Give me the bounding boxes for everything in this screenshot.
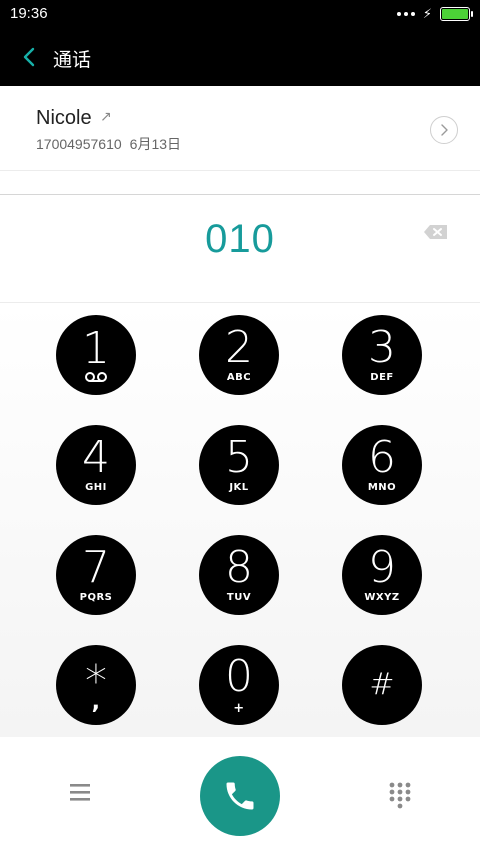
key-6[interactable]: 6 MNO	[342, 425, 422, 505]
battery-level	[442, 9, 468, 19]
key-letters: MNO	[367, 482, 397, 493]
status-time: 19:36	[10, 5, 48, 22]
key-letters: ,	[91, 690, 101, 715]
chevron-right-circle-icon	[441, 124, 448, 136]
battery-icon	[440, 7, 473, 21]
page-title: 通话	[53, 50, 92, 71]
status-icons: ⚡	[396, 6, 473, 22]
dialpad-grid-icon	[389, 782, 411, 809]
key-8[interactable]: 8 TUV	[199, 535, 279, 615]
key-letters: JKL	[229, 482, 249, 493]
key-digit: 6	[368, 432, 396, 483]
bottom-action-bar	[0, 737, 480, 853]
key-1[interactable]: 1	[56, 315, 136, 395]
key-digit: #	[369, 667, 395, 702]
backspace-icon	[424, 225, 447, 239]
outgoing-arrow-icon: ↗	[100, 108, 112, 124]
key-letters: PQRS	[79, 592, 113, 603]
backspace-button[interactable]	[421, 221, 451, 243]
key-letters: GHI	[85, 482, 107, 493]
call-date: 6月13日	[129, 136, 182, 152]
key-hash[interactable]: #	[342, 645, 422, 725]
key-5[interactable]: 5 JKL	[199, 425, 279, 505]
key-letters: +	[233, 700, 245, 716]
recent-call-item[interactable]: Nicole ↗ 17004957610 6月13日	[0, 86, 480, 194]
key-digit: 5	[225, 432, 253, 483]
divider	[0, 170, 480, 171]
key-digit: 2	[225, 322, 253, 373]
key-9[interactable]: 9 WXYZ	[342, 535, 422, 615]
dialpad-toggle-button[interactable]	[388, 781, 412, 809]
key-7[interactable]: 7 PQRS	[56, 535, 136, 615]
key-digit: 9	[368, 542, 396, 593]
menu-lines-icon	[70, 784, 90, 801]
contact-number: 17004957610	[36, 136, 122, 152]
key-4[interactable]: 4 GHI	[56, 425, 136, 505]
number-display: 010	[0, 195, 480, 303]
key-2[interactable]: 2 ABC	[199, 315, 279, 395]
recent-call-meta: 17004957610 6月13日	[36, 134, 181, 154]
key-digit: 0	[225, 650, 253, 702]
back-button[interactable]	[14, 42, 44, 72]
key-0[interactable]: 0 +	[199, 645, 279, 725]
key-digit: 1	[82, 323, 110, 374]
contact-name: Nicole	[36, 107, 92, 129]
key-3[interactable]: 3 DEF	[342, 315, 422, 395]
status-bar: 19:36 ⚡	[0, 0, 480, 28]
call-detail-button[interactable]	[430, 116, 458, 144]
key-star[interactable]: * ,	[56, 645, 136, 725]
key-letters: WXYZ	[364, 592, 400, 603]
app-header: 通话	[0, 28, 480, 86]
key-letters: ABC	[226, 372, 252, 383]
chevron-left-icon	[23, 47, 35, 67]
key-digit: 3	[368, 322, 396, 373]
key-digit: 7	[82, 542, 110, 593]
key-digit: 4	[82, 432, 110, 483]
voicemail-icon	[85, 372, 107, 382]
charging-bolt-icon: ⚡	[422, 6, 432, 21]
dial-keypad: 1 2 ABC 3 DEF 4 GHI 5 JKL 6 MNO 7 PQRS 8…	[0, 303, 480, 737]
phone-icon	[226, 782, 254, 810]
key-digit: 8	[225, 542, 253, 593]
menu-button[interactable]	[68, 781, 92, 803]
more-dots-icon	[396, 12, 415, 16]
dialed-number: 010	[205, 217, 275, 261]
key-letters: TUV	[226, 592, 252, 603]
call-button[interactable]	[200, 756, 280, 836]
key-letters: DEF	[370, 372, 394, 383]
